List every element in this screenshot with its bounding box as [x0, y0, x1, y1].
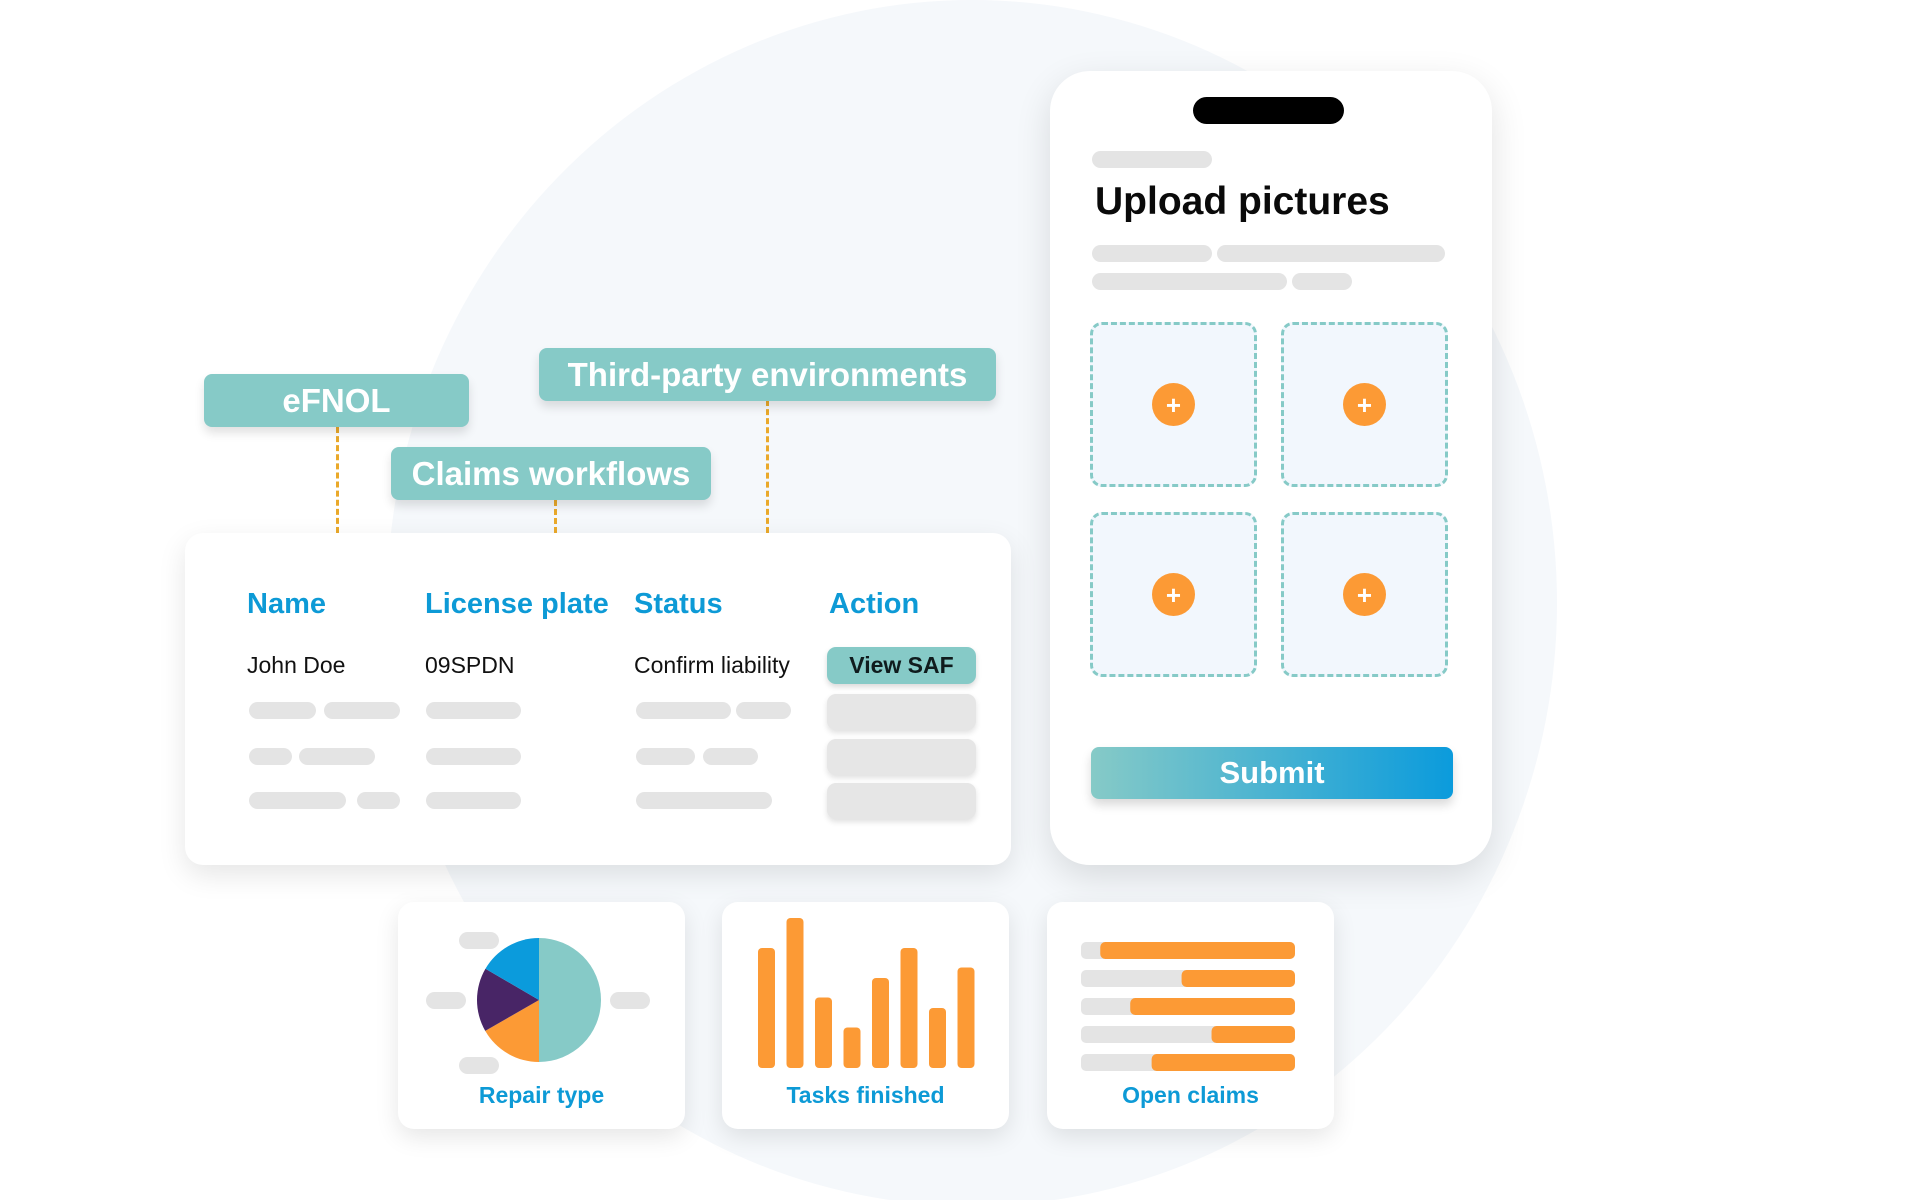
- repair-type-label: Repair type: [478, 1082, 605, 1108]
- view-saf-button[interactable]: View SAF: [827, 647, 976, 684]
- placeholder-text: [249, 792, 346, 809]
- add-photo-icon: +: [1343, 573, 1386, 616]
- bar-2: [786, 918, 804, 1068]
- tasks-finished-card: Tasks finished: [722, 902, 1009, 1129]
- upload-slot[interactable]: +: [1281, 512, 1448, 677]
- placeholder-text: [324, 702, 400, 719]
- upload-slot[interactable]: +: [1281, 322, 1448, 487]
- column-header-action: Action: [829, 588, 920, 620]
- placeholder-text: [1092, 245, 1212, 262]
- placeholder-action-button[interactable]: [827, 694, 976, 730]
- repair-type-card: Repair type: [398, 902, 685, 1129]
- placeholder-action-button[interactable]: [827, 783, 976, 819]
- column-header-license-plate: License plate: [425, 588, 609, 620]
- placeholder-text: [426, 748, 521, 765]
- legend-placeholder: [426, 992, 466, 1009]
- submit-button[interactable]: Submit: [1091, 747, 1453, 799]
- bar-5: [872, 978, 889, 1068]
- tag-third-party-environments: Third-party environments: [539, 348, 996, 401]
- upload-slot[interactable]: +: [1090, 322, 1257, 487]
- open-claims-label: Open claims: [1122, 1082, 1259, 1108]
- upload-pictures-title: Upload pictures: [1095, 180, 1390, 223]
- placeholder-text: [636, 748, 695, 765]
- bar-fill-1: [1100, 942, 1295, 959]
- placeholder-text: [1217, 245, 1445, 262]
- placeholder-text: [736, 702, 791, 719]
- placeholder-text: [1292, 273, 1352, 290]
- placeholder-text: [1092, 273, 1287, 290]
- placeholder-text: [636, 792, 772, 809]
- bar-4: [843, 1027, 861, 1068]
- bar-1: [758, 948, 775, 1068]
- placeholder-text: [1092, 151, 1212, 168]
- bar-7: [929, 1008, 946, 1068]
- placeholder-text: [426, 702, 521, 719]
- add-photo-icon: +: [1152, 383, 1195, 426]
- bar-fill-3: [1130, 998, 1295, 1015]
- bar-6: [900, 948, 918, 1068]
- placeholder-action-button[interactable]: [827, 739, 976, 775]
- pie-slice-0: [539, 938, 601, 1062]
- upload-slot[interactable]: +: [1090, 512, 1257, 677]
- tag-efnol: eFNOL: [204, 374, 469, 427]
- connector-efnol: [336, 427, 339, 533]
- legend-placeholder: [610, 992, 650, 1009]
- add-photo-icon: +: [1343, 383, 1386, 426]
- connector-third-party: [766, 400, 769, 533]
- tag-claims-workflows: Claims workflows: [391, 447, 711, 500]
- placeholder-text: [636, 702, 731, 719]
- tasks-finished-label: Tasks finished: [786, 1082, 945, 1108]
- placeholder-text: [357, 792, 400, 809]
- column-header-status: Status: [634, 588, 723, 620]
- column-header-name: Name: [247, 588, 326, 620]
- cell-name: John Doe: [247, 652, 346, 678]
- add-photo-icon: +: [1152, 573, 1195, 616]
- bar-fill-5: [1151, 1054, 1295, 1071]
- phone-notch: [1193, 97, 1344, 124]
- open-claims-card: Open claims: [1047, 902, 1334, 1129]
- bar-fill-4: [1211, 1026, 1295, 1043]
- placeholder-text: [249, 702, 316, 719]
- bar-3: [815, 997, 832, 1068]
- bar-8: [957, 967, 975, 1068]
- legend-placeholder: [459, 932, 499, 949]
- cell-status: Confirm liability: [634, 652, 790, 678]
- legend-placeholder: [459, 1057, 499, 1074]
- connector-claims-workflows: [554, 500, 557, 533]
- placeholder-text: [249, 748, 292, 765]
- bar-fill-2: [1181, 970, 1295, 987]
- placeholder-text: [426, 792, 521, 809]
- cell-license-plate: 09SPDN: [425, 652, 515, 678]
- placeholder-text: [703, 748, 758, 765]
- placeholder-text: [299, 748, 375, 765]
